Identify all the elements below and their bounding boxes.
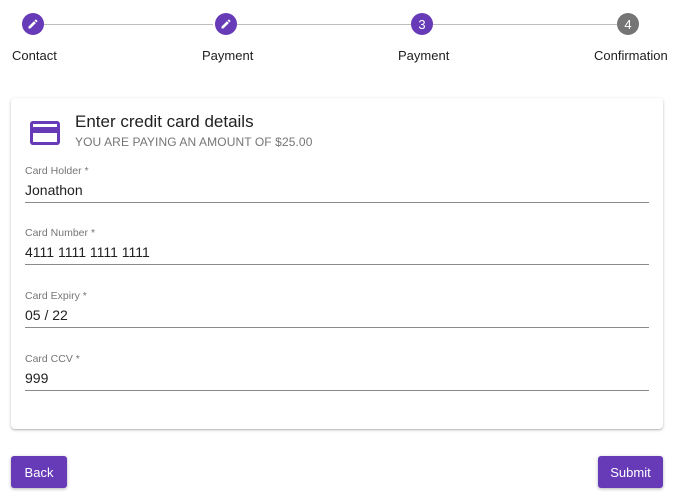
credit-card-icon (27, 115, 63, 151)
step-3-indicator: 3 (411, 13, 433, 35)
step-1-indicator[interactable] (22, 13, 44, 35)
card-holder-label: Card Holder * (25, 165, 89, 177)
step-2-label: Payment (202, 48, 254, 63)
card-expiry-input[interactable] (25, 304, 649, 326)
back-button[interactable]: Back (11, 456, 67, 488)
card-expiry-field: Card Expiry * (25, 290, 649, 336)
pencil-icon (220, 18, 232, 30)
pencil-icon (27, 18, 39, 30)
card-expiry-label: Card Expiry * (25, 290, 87, 302)
step-connector (433, 24, 617, 25)
step-4-indicator: 4 (617, 13, 639, 35)
card-holder-input[interactable] (25, 179, 649, 201)
payment-amount-subtitle: YOU ARE PAYING AN AMOUNT OF $25.00 (75, 135, 313, 149)
field-underline (25, 264, 649, 265)
card-number-field: Card Number * (25, 227, 649, 273)
submit-button[interactable]: Submit (598, 456, 663, 488)
field-underline (25, 202, 649, 203)
step-2-indicator[interactable] (215, 13, 237, 35)
step-3-label: Payment (398, 48, 450, 63)
step-connector (43, 24, 213, 25)
card-ccv-input[interactable] (25, 367, 649, 389)
card-ccv-label: Card CCV * (25, 353, 80, 365)
credit-card-form-card: Enter credit card details YOU ARE PAYING… (11, 98, 663, 429)
stepper: Contact Payment 3 Payment 4 Confirmation (0, 0, 673, 80)
payment-page: Contact Payment 3 Payment 4 Confirmation… (0, 0, 673, 492)
step-4-label: Confirmation (594, 48, 668, 63)
field-underline (25, 327, 649, 328)
card-number-input[interactable] (25, 241, 649, 263)
step-1-label: Contact (12, 48, 57, 63)
card-number-label: Card Number * (25, 227, 96, 239)
card-ccv-field: Card CCV * (25, 353, 649, 399)
card-title: Enter credit card details (75, 112, 254, 131)
step-connector (237, 24, 411, 25)
card-holder-field: Card Holder * (25, 165, 649, 211)
field-underline (25, 390, 649, 391)
